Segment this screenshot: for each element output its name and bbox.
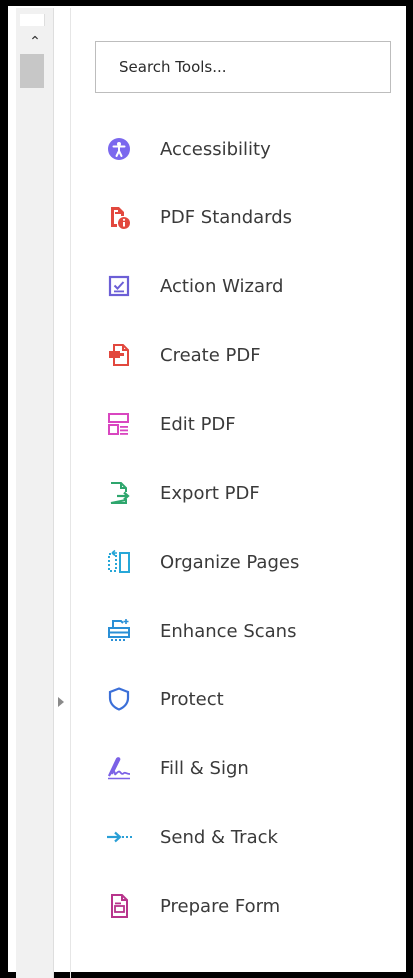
chevron-right-icon <box>58 697 64 707</box>
action-wizard-icon <box>106 273 132 299</box>
tool-label: Organize Pages <box>160 551 300 573</box>
tool-label: Prepare Form <box>160 895 281 917</box>
tool-action-wizard[interactable]: Action Wizard <box>106 263 396 309</box>
tool-edit-pdf[interactable]: Edit PDF <box>106 401 396 447</box>
protect-icon <box>106 686 132 712</box>
tool-label: Send & Track <box>160 826 278 848</box>
tool-enhance-scans[interactable]: Enhance Scans <box>106 608 396 654</box>
create-pdf-icon <box>106 342 132 368</box>
vertical-scrollbar[interactable] <box>16 8 54 978</box>
tool-label: Fill & Sign <box>160 757 249 779</box>
search-tools-box[interactable] <box>95 41 391 93</box>
tool-label: Protect <box>160 688 224 710</box>
tool-prepare-form[interactable]: Prepare Form <box>106 883 396 929</box>
tool-label: Enhance Scans <box>160 620 297 642</box>
tool-label: PDF Standards <box>160 206 293 228</box>
tool-fill-sign[interactable]: Fill & Sign <box>106 745 396 791</box>
tool-label: Export PDF <box>160 482 260 504</box>
tool-pdf-standards[interactable]: PDF Standards <box>106 194 396 240</box>
tool-send-track[interactable]: Send & Track <box>106 814 396 860</box>
tool-export-pdf[interactable]: Export PDF <box>106 470 396 516</box>
scroll-up-button[interactable]: ⌃ <box>23 32 47 52</box>
tool-label: Edit PDF <box>160 413 236 435</box>
tool-organize-pages[interactable]: Organize Pages <box>106 539 396 585</box>
search-tools-input[interactable] <box>117 57 390 77</box>
export-pdf-icon <box>106 480 132 506</box>
tool-label: Create PDF <box>160 344 261 366</box>
prepare-form-icon <box>106 893 132 919</box>
tool-create-pdf[interactable]: Create PDF <box>106 332 396 378</box>
send-track-icon <box>106 824 132 850</box>
scrollbar-thumb[interactable] <box>20 54 44 88</box>
edit-pdf-icon <box>106 411 132 437</box>
scrollbar-top-cap <box>20 14 45 26</box>
pdf-standards-icon <box>106 204 132 230</box>
accessibility-icon <box>106 136 132 162</box>
chevron-up-icon: ⌃ <box>29 34 41 50</box>
tool-label: Action Wizard <box>160 275 284 297</box>
panel-divider <box>70 8 71 978</box>
enhance-scans-icon <box>106 618 132 644</box>
tool-protect[interactable]: Protect <box>106 676 396 722</box>
tool-label: Accessibility <box>160 138 271 160</box>
organize-pages-icon <box>106 549 132 575</box>
fill-sign-icon <box>106 755 132 781</box>
expand-panel-button[interactable] <box>52 692 70 712</box>
tool-accessibility[interactable]: Accessibility <box>106 126 396 172</box>
